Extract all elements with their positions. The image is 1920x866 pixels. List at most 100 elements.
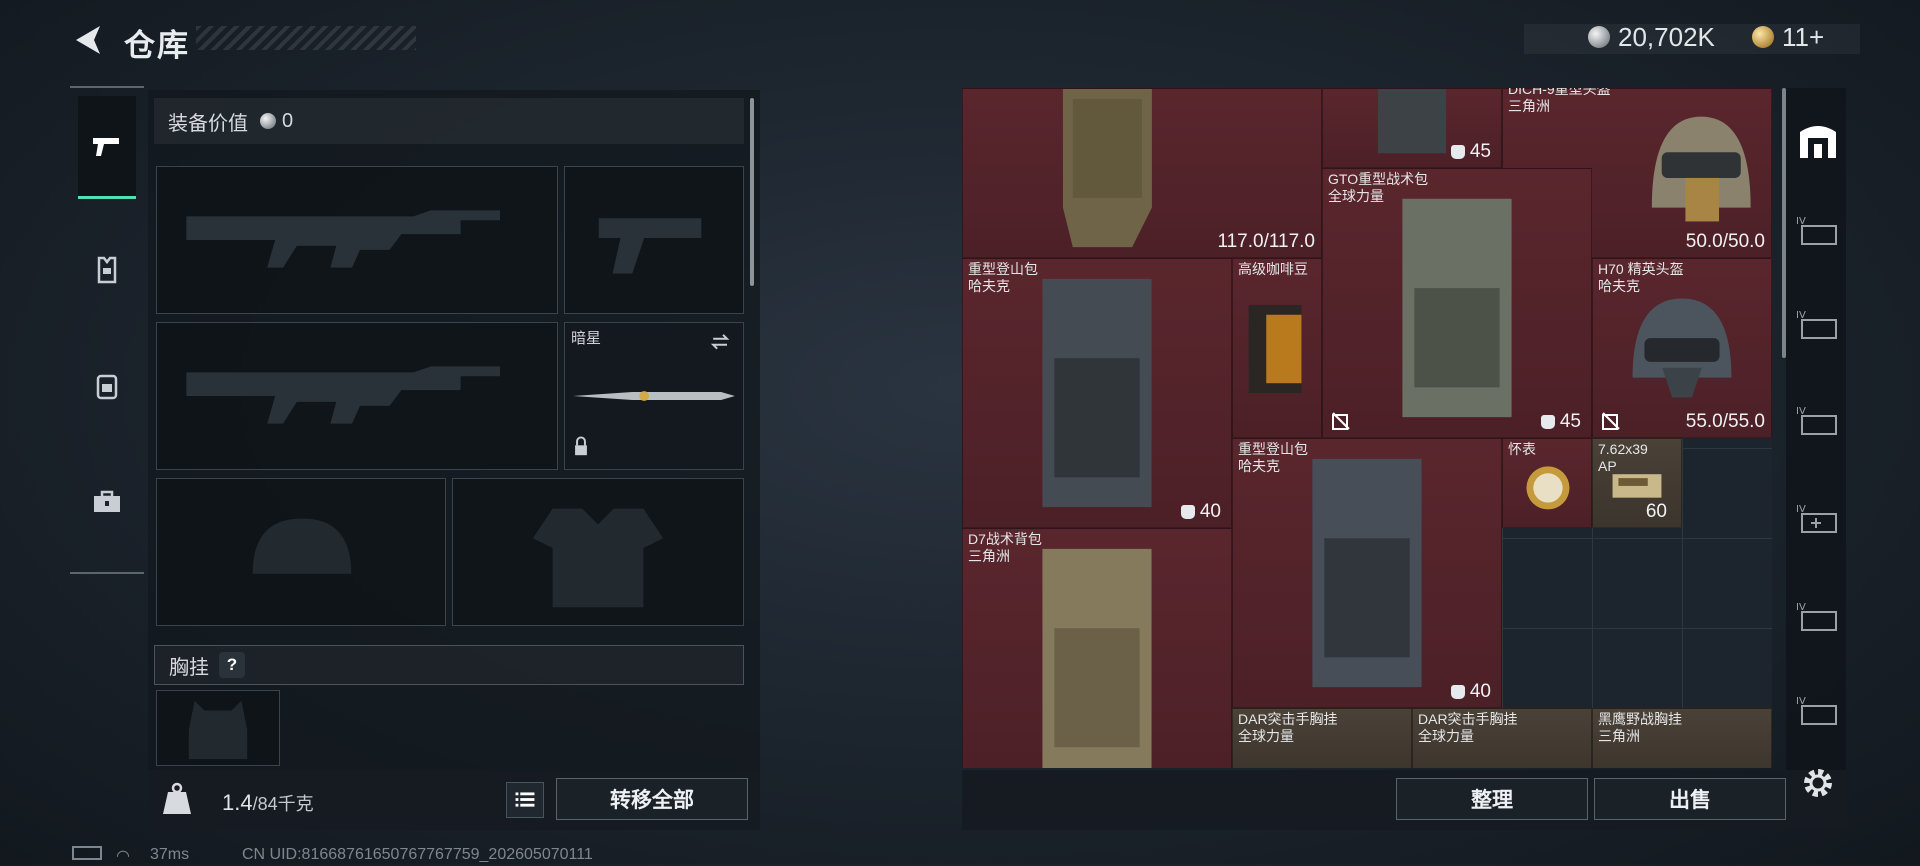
knife-icon	[573, 334, 735, 456]
silver-amount: 20,702K	[1618, 21, 1715, 52]
chest-rig-label: 胸挂	[169, 656, 209, 679]
transfer-all-button[interactable]: 转移全部	[556, 778, 748, 820]
gold-coin-icon	[1752, 26, 1774, 48]
chest-rig-slot[interactable]	[156, 690, 280, 766]
item-durability: 117.0/117.0	[1217, 231, 1315, 252]
stash-case-icon: IV	[1796, 602, 1837, 631]
weight-max: /84千克	[252, 794, 314, 814]
warehouse-icon	[1800, 126, 1836, 158]
equipment-value-bar: 装备价值 0	[154, 98, 744, 144]
stash-case-icon: IV	[1796, 696, 1837, 725]
helmet-slot[interactable]	[156, 478, 446, 626]
stash-item-eagle-rig[interactable]: 黑鹰野战胸挂 三角洲	[1592, 708, 1772, 768]
ammo-count: 60	[1645, 501, 1667, 522]
equipment-value-label: 装备价值	[168, 112, 248, 135]
stash-case-icon: IV	[1796, 406, 1837, 435]
item-name: DAR突击手胸挂 全球力量	[1238, 711, 1338, 744]
battery-icon	[72, 846, 102, 860]
silver-currency[interactable]: 20,702K	[1588, 20, 1715, 54]
medical-case-icon: IV	[1796, 504, 1837, 533]
stash-item-heavy-pack-2[interactable]: 重型登山包 哈夫克 40	[1232, 438, 1502, 708]
stash-item-h70-helmet[interactable]: H70 精英头盔 哈夫克 55.0/55.0	[1592, 258, 1772, 438]
stash-page-tab-6[interactable]: IV	[1792, 686, 1844, 738]
stash-item-coffee[interactable]: 高级咖啡豆	[1232, 258, 1322, 438]
chest-rig-silhouette-icon	[188, 700, 248, 760]
back-arrow-icon	[76, 26, 100, 54]
wifi-icon: ◠	[116, 848, 130, 865]
no-drop-icon	[1602, 412, 1620, 430]
help-button[interactable]: ?	[219, 652, 245, 678]
weapons-tab[interactable]	[78, 96, 136, 199]
list-view-button[interactable]	[506, 782, 544, 818]
stash-item-dar-rig-1[interactable]: DAR突击手胸挂 全球力量	[1232, 708, 1412, 768]
primary-weapon-slot[interactable]	[156, 166, 558, 314]
stash-item-pocket-watch[interactable]: 怀表	[1502, 438, 1592, 528]
bag-icon	[1540, 415, 1555, 429]
armor-silhouette-icon	[532, 508, 664, 608]
stash-page-tab-2[interactable]: IV	[1792, 300, 1844, 352]
gold-currency[interactable]: 11+	[1752, 20, 1824, 54]
title-decoration	[196, 26, 416, 50]
armor-tab[interactable]	[78, 220, 136, 320]
weight-current: 1.4	[222, 790, 253, 815]
carry-weight: 1.4/84千克	[222, 790, 314, 816]
stash-item-vest[interactable]: 117.0/117.0	[962, 88, 1322, 258]
stash-case-icon: IV	[1796, 310, 1837, 339]
silver-coin-icon	[1588, 26, 1610, 48]
backpack-tab[interactable]	[78, 336, 136, 436]
stash-item-backpack[interactable]: 45	[1322, 88, 1502, 168]
loadout-scrollbar[interactable]	[750, 98, 754, 286]
gear-icon	[1804, 769, 1832, 797]
stash-case-icon: IV	[1796, 216, 1837, 245]
sort-button[interactable]: 整理	[1396, 778, 1588, 820]
gold-amount: 11+	[1782, 21, 1825, 52]
bag-icon	[1450, 685, 1465, 699]
settings-button[interactable]	[1798, 763, 1838, 803]
stash-page-tab-4[interactable]: IV	[1792, 494, 1844, 546]
item-capacity: 40	[1450, 681, 1491, 703]
ping: 37ms	[150, 846, 190, 863]
stash-grid: 117.0/117.0 45 DICH-9重型头盔 三角洲 50.0/50.0 G…	[962, 88, 1772, 768]
item-durability: 55.0/55.0	[1685, 411, 1765, 432]
supplies-tab[interactable]	[78, 452, 136, 552]
sidearm-slot[interactable]	[564, 166, 744, 314]
uid: CN UID:8166876165076776775​9_20260507011…	[242, 846, 593, 863]
item-durability: 50.0/50.0	[1685, 231, 1765, 252]
item-capacity: 40	[1180, 501, 1221, 523]
item-name: DAR突击手胸挂 全球力量	[1418, 711, 1518, 744]
no-drop-icon	[1332, 412, 1350, 430]
melee-slot[interactable]: 暗星	[564, 322, 744, 470]
body-armor-slot[interactable]	[452, 478, 744, 626]
stash-item-ammo[interactable]: 7.62x39 AP 60	[1592, 438, 1682, 528]
stash-page-tab-1[interactable]: IV	[1792, 206, 1844, 258]
item-name: 黑鹰野战胸挂 三角洲	[1598, 711, 1682, 744]
page-title: 仓库	[124, 28, 190, 63]
chest-rig-header: 胸挂 ?	[154, 645, 744, 685]
stash-item-d7-pack[interactable]: D7战术背包 三角洲	[962, 528, 1232, 768]
stash-item-gto-pack[interactable]: GTO重型战术包 全球力量 45	[1322, 168, 1592, 438]
rifle-silhouette-icon	[186, 366, 501, 424]
pistol-silhouette-icon	[598, 218, 702, 274]
backpack-icon	[96, 374, 118, 400]
back-button[interactable]	[68, 22, 108, 58]
bag-icon	[1180, 505, 1195, 519]
list-icon	[515, 792, 535, 807]
stash-item-dar-rig-2[interactable]: DAR突击手胸挂 全球力量	[1412, 708, 1592, 768]
sell-button[interactable]: 出售	[1594, 778, 1786, 820]
stash-page-tab-5[interactable]: IV	[1792, 592, 1844, 644]
stash-item-heavy-pack-1[interactable]: 重型登山包 哈夫克 40	[962, 258, 1232, 528]
weight-icon	[160, 780, 194, 816]
equipment-value: 0	[282, 109, 294, 132]
helmet-silhouette-icon	[252, 518, 352, 574]
item-capacity: 45	[1540, 411, 1581, 433]
pistol-icon	[93, 138, 119, 156]
toolbox-icon	[94, 490, 120, 512]
bag-icon	[1450, 145, 1465, 159]
rifle-silhouette-icon	[186, 210, 501, 268]
silver-coin-icon	[260, 113, 276, 129]
stash-page-tab-3[interactable]: IV	[1792, 396, 1844, 448]
stash-home-tab[interactable]	[1792, 116, 1844, 168]
item-capacity: 45	[1450, 141, 1491, 163]
secondary-weapon-slot[interactable]	[156, 322, 558, 470]
armor-vest-icon	[97, 256, 117, 284]
